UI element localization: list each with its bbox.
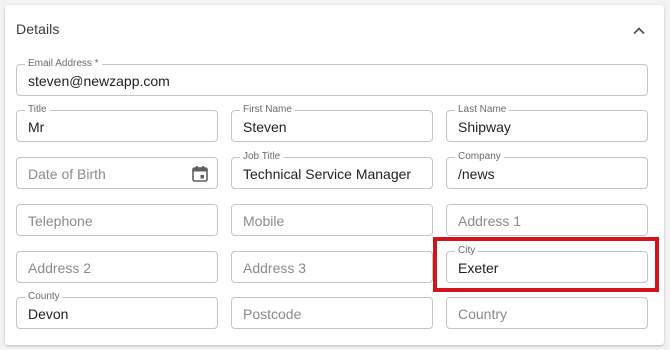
city-highlight-box	[433, 237, 659, 292]
job-title-label: Job Title	[240, 151, 284, 163]
telephone-placeholder: Telephone	[28, 213, 93, 229]
calendar-icon[interactable]	[191, 165, 209, 183]
last-name-field[interactable]: Last Name Shipway	[446, 104, 648, 142]
mobile-placeholder: Mobile	[243, 213, 285, 229]
date-of-birth-placeholder: Date of Birth	[28, 166, 106, 182]
first-name-value: Steven	[243, 119, 287, 135]
telephone-field[interactable]: Telephone	[16, 204, 218, 236]
first-name-label: First Name	[240, 104, 295, 116]
address3-field[interactable]: Address 3	[231, 251, 433, 283]
first-name-field[interactable]: First Name Steven	[231, 104, 433, 142]
last-name-label: Last Name	[455, 104, 510, 116]
postcode-field[interactable]: Postcode	[231, 297, 433, 329]
last-name-value: Shipway	[458, 119, 511, 135]
country-field[interactable]: Country	[446, 297, 648, 329]
postcode-placeholder: Postcode	[243, 306, 302, 322]
job-title-field[interactable]: Job Title Technical Service Manager	[231, 151, 433, 189]
company-field[interactable]: Company /news	[446, 151, 648, 189]
company-value: /news	[458, 166, 495, 182]
job-title-value: Technical Service Manager	[243, 166, 412, 182]
address1-placeholder: Address 1	[458, 213, 522, 229]
title-value: Mr	[28, 119, 45, 135]
address3-placeholder: Address 3	[243, 260, 307, 276]
email-value: steven@newzapp.com	[28, 73, 170, 89]
county-value: Devon	[28, 306, 69, 322]
card-title: Details	[16, 21, 60, 37]
address1-field[interactable]: Address 1	[446, 204, 648, 236]
company-label: Company	[455, 151, 504, 163]
title-field[interactable]: Title Mr	[16, 104, 218, 142]
mobile-field[interactable]: Mobile	[231, 204, 433, 236]
address2-placeholder: Address 2	[28, 260, 92, 276]
email-label: Email Address *	[25, 58, 102, 70]
email-field[interactable]: Email Address * steven@newzapp.com	[16, 58, 648, 96]
chevron-up-icon[interactable]	[632, 24, 646, 38]
date-of-birth-field[interactable]: Date of Birth	[16, 157, 218, 189]
county-label: County	[25, 291, 63, 303]
address2-field[interactable]: Address 2	[16, 251, 218, 283]
country-placeholder: Country	[458, 306, 508, 322]
county-field[interactable]: County Devon	[16, 291, 218, 329]
title-label: Title	[25, 104, 50, 116]
